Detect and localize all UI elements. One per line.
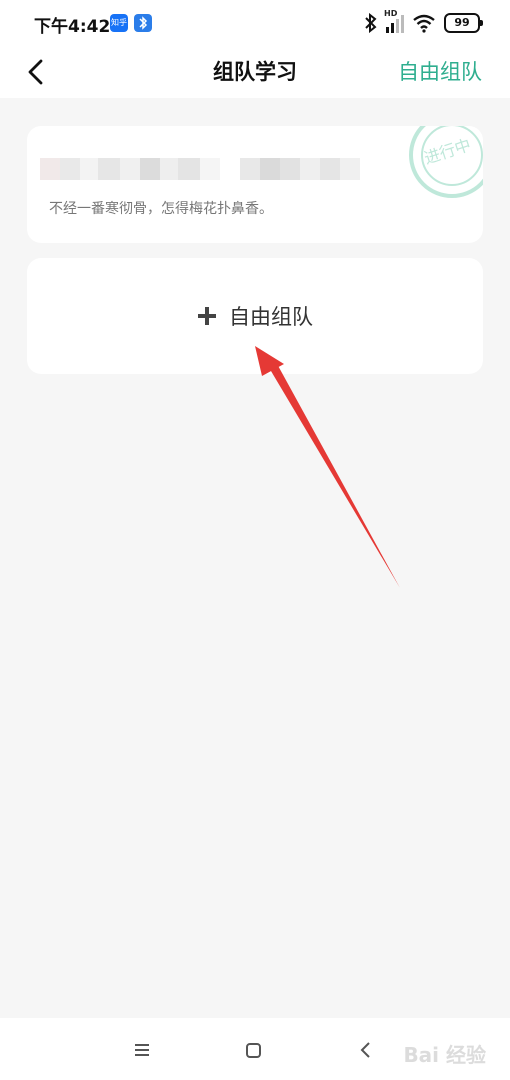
chevron-left-icon xyxy=(360,1042,370,1058)
back-nav-button[interactable] xyxy=(352,1036,380,1064)
team-quote: 不经一番寒彻骨，怎得梅花扑鼻香。 xyxy=(49,201,273,217)
baidu-watermark: Bai 经验 xyxy=(403,1043,486,1067)
team-card[interactable]: 不经一番寒彻骨，怎得梅花扑鼻香。 进行中 xyxy=(27,126,483,243)
bluetooth-notification-icon xyxy=(134,14,152,32)
home-nav-button[interactable] xyxy=(240,1036,268,1064)
in-progress-stamp: 进行中 xyxy=(409,126,483,198)
status-time: 下午4:42 xyxy=(34,17,111,37)
battery-indicator: 99 xyxy=(444,13,483,33)
menu-nav-button[interactable] xyxy=(128,1036,156,1064)
hd-label: HD xyxy=(384,9,398,18)
status-bar: 下午4:42 知乎 HD 99 xyxy=(0,0,510,46)
menu-icon xyxy=(135,1044,149,1056)
plus-icon xyxy=(198,307,216,325)
home-square-icon xyxy=(246,1043,261,1058)
wifi-icon xyxy=(413,14,435,33)
header: 组队学习 自由组队 xyxy=(0,46,510,98)
bluetooth-icon xyxy=(365,13,377,33)
zhihu-app-icon: 知乎 xyxy=(110,14,128,32)
add-free-team-label: 自由组队 xyxy=(229,305,313,329)
signal-icon: HD xyxy=(384,9,404,33)
blurred-team-name xyxy=(40,158,360,180)
free-team-header-button[interactable]: 自由组队 xyxy=(398,56,482,86)
status-icons: HD 99 xyxy=(364,9,483,35)
system-nav-bar: Bai 经验 xyxy=(0,1018,510,1080)
add-free-team-button[interactable]: 自由组队 xyxy=(27,258,483,374)
